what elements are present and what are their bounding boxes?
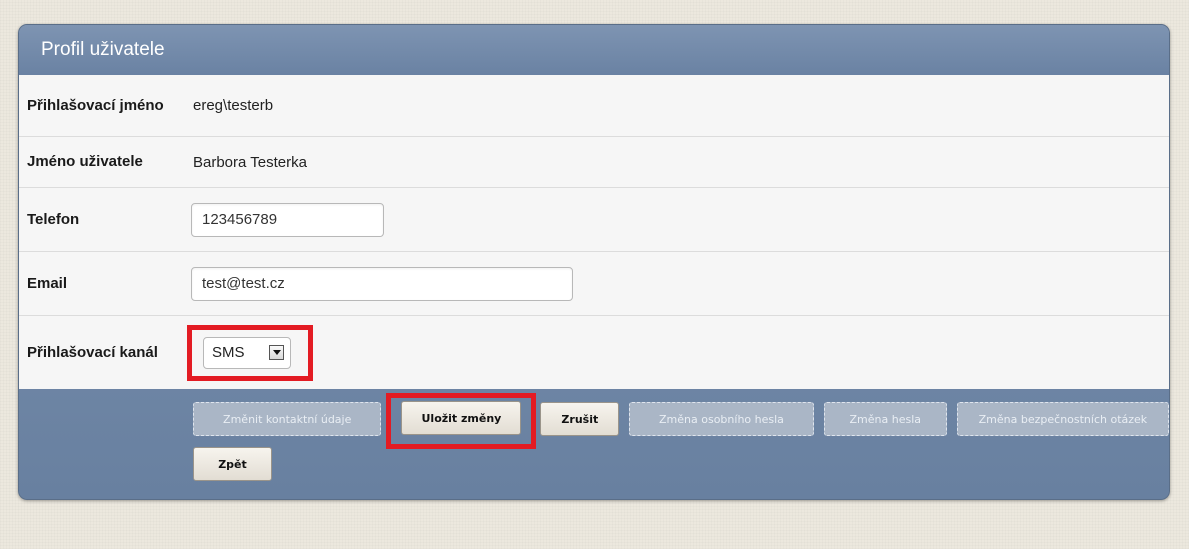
- save-button-highlight: Uložit změny: [386, 393, 537, 449]
- login-channel-highlight: SMS: [187, 324, 313, 381]
- phone-label: Telefon: [27, 210, 80, 228]
- login-channel-selected: SMS: [212, 344, 245, 361]
- email-label: Email: [27, 274, 68, 292]
- row-login-name: Přihlašovací jméno ereg\testerb: [19, 75, 1169, 137]
- user-name-label: Jméno uživatele: [27, 153, 143, 170]
- back-button[interactable]: Zpět: [193, 447, 272, 481]
- user-profile-panel: Profil uživatele Přihlašovací jméno ereg…: [18, 24, 1170, 500]
- row-phone: Telefon: [19, 188, 1169, 252]
- user-name-value: Barbora Testerka: [193, 153, 307, 171]
- profile-form: Přihlašovací jméno ereg\testerb Jméno už…: [19, 75, 1169, 389]
- button-row-secondary: Zpět: [193, 447, 1169, 481]
- row-login-channel: Přihlašovací kanál SMS: [19, 316, 1169, 389]
- login-name-label: Přihlašovací jméno: [27, 96, 164, 114]
- button-row-primary: Změnit kontaktní údaje Uložit změny Zruš…: [193, 393, 1169, 449]
- email-input[interactable]: [191, 266, 573, 301]
- login-name-value: ereg\testerb: [193, 97, 274, 114]
- save-changes-button[interactable]: Uložit změny: [401, 401, 522, 435]
- login-channel-select[interactable]: SMS: [203, 336, 291, 369]
- phone-input[interactable]: [191, 202, 384, 237]
- change-password-button[interactable]: Změna hesla: [823, 402, 947, 436]
- panel-title: Profil uživatele: [19, 25, 1169, 75]
- chevron-down-icon[interactable]: [269, 345, 284, 360]
- change-security-questions-button[interactable]: Změna bezpečnostních otázek: [956, 402, 1169, 436]
- row-email: Email: [19, 252, 1169, 316]
- login-channel-label: Přihlašovací kanál: [27, 343, 158, 361]
- row-user-name: Jméno uživatele Barbora Testerka: [19, 137, 1169, 188]
- button-bar: Změnit kontaktní údaje Uložit změny Zruš…: [19, 389, 1169, 481]
- change-personal-password-button[interactable]: Změna osobního hesla: [629, 402, 814, 436]
- change-contact-button[interactable]: Změnit kontaktní údaje: [193, 402, 382, 436]
- cancel-button[interactable]: Zrušit: [540, 402, 620, 436]
